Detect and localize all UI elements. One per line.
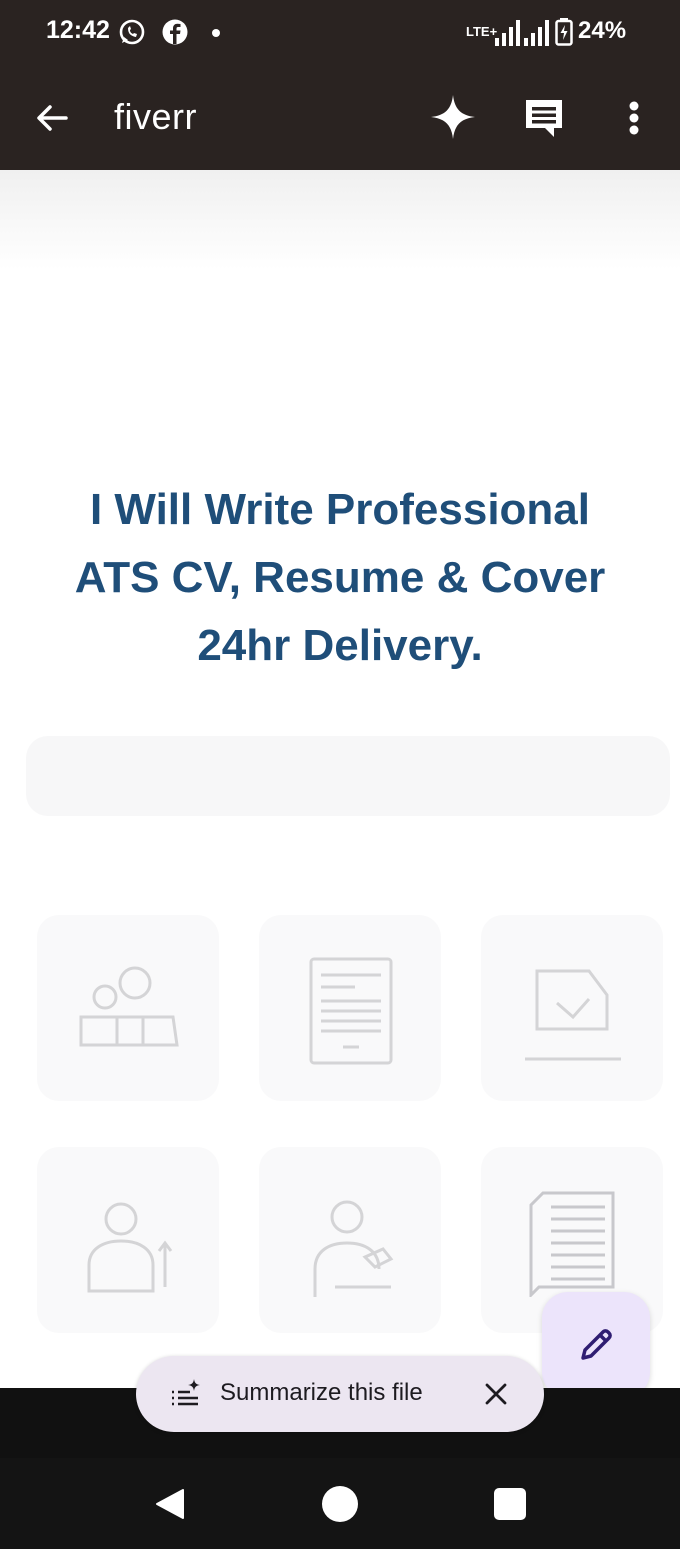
candidate-profile-icon [87,1202,173,1293]
headline-line-3: 24hr Delivery. [197,621,483,670]
nav-back-icon[interactable] [152,1486,188,1522]
facebook-icon [162,19,188,45]
close-icon[interactable] [482,1380,510,1408]
status-bar: 12:42 LTE+ 24% [0,0,680,64]
battery-percent: 24% [578,17,627,44]
edit-fab-button[interactable] [542,1292,650,1398]
document-headline: I Will Write Professional ATS CV, Resume… [40,476,640,680]
network-type: LTE+ [466,24,498,39]
back-arrow-icon[interactable] [28,94,76,142]
more-vert-icon[interactable] [620,94,648,142]
people-presentation-icon [79,966,179,1047]
summarize-chip[interactable]: Summarize this file [136,1356,544,1432]
file-title: fiverr [114,96,197,137]
service-card [259,1147,441,1333]
nav-home-icon[interactable] [322,1486,358,1522]
text-document-icon [529,1191,615,1297]
headline-line-2: ATS CV, Resume & Cover [74,553,606,602]
page-shadow [0,170,680,270]
interview-person-icon [313,1200,394,1297]
summarize-label: Summarize this file [220,1379,423,1406]
comment-icon[interactable] [520,94,568,142]
headline-line-1: I Will Write Professional [89,485,590,534]
notification-dot-icon [212,29,220,37]
top-bar: 12:42 LTE+ 24% fiverr [0,0,680,170]
service-card [481,915,663,1101]
service-card [259,915,441,1101]
service-card [37,915,219,1101]
service-card [37,1147,219,1333]
cover-letter-icon [525,969,621,1061]
app-bar: fiverr [0,64,680,170]
signal-icon-2 [524,20,549,46]
status-time: 12:42 [46,16,110,44]
pencil-icon [581,1329,612,1360]
system-nav-bar [0,1458,680,1549]
resume-document-icon [309,957,393,1065]
summarize-icon [172,1379,200,1406]
signal-icon [495,20,520,46]
sparkle-icon[interactable] [428,92,478,142]
document-preview[interactable]: I Will Write Professional ATS CV, Resume… [0,170,680,1388]
whatsapp-icon [119,19,145,45]
battery-icon [555,18,573,46]
nav-recents-icon[interactable] [494,1488,526,1520]
blurred-banner [26,736,670,816]
